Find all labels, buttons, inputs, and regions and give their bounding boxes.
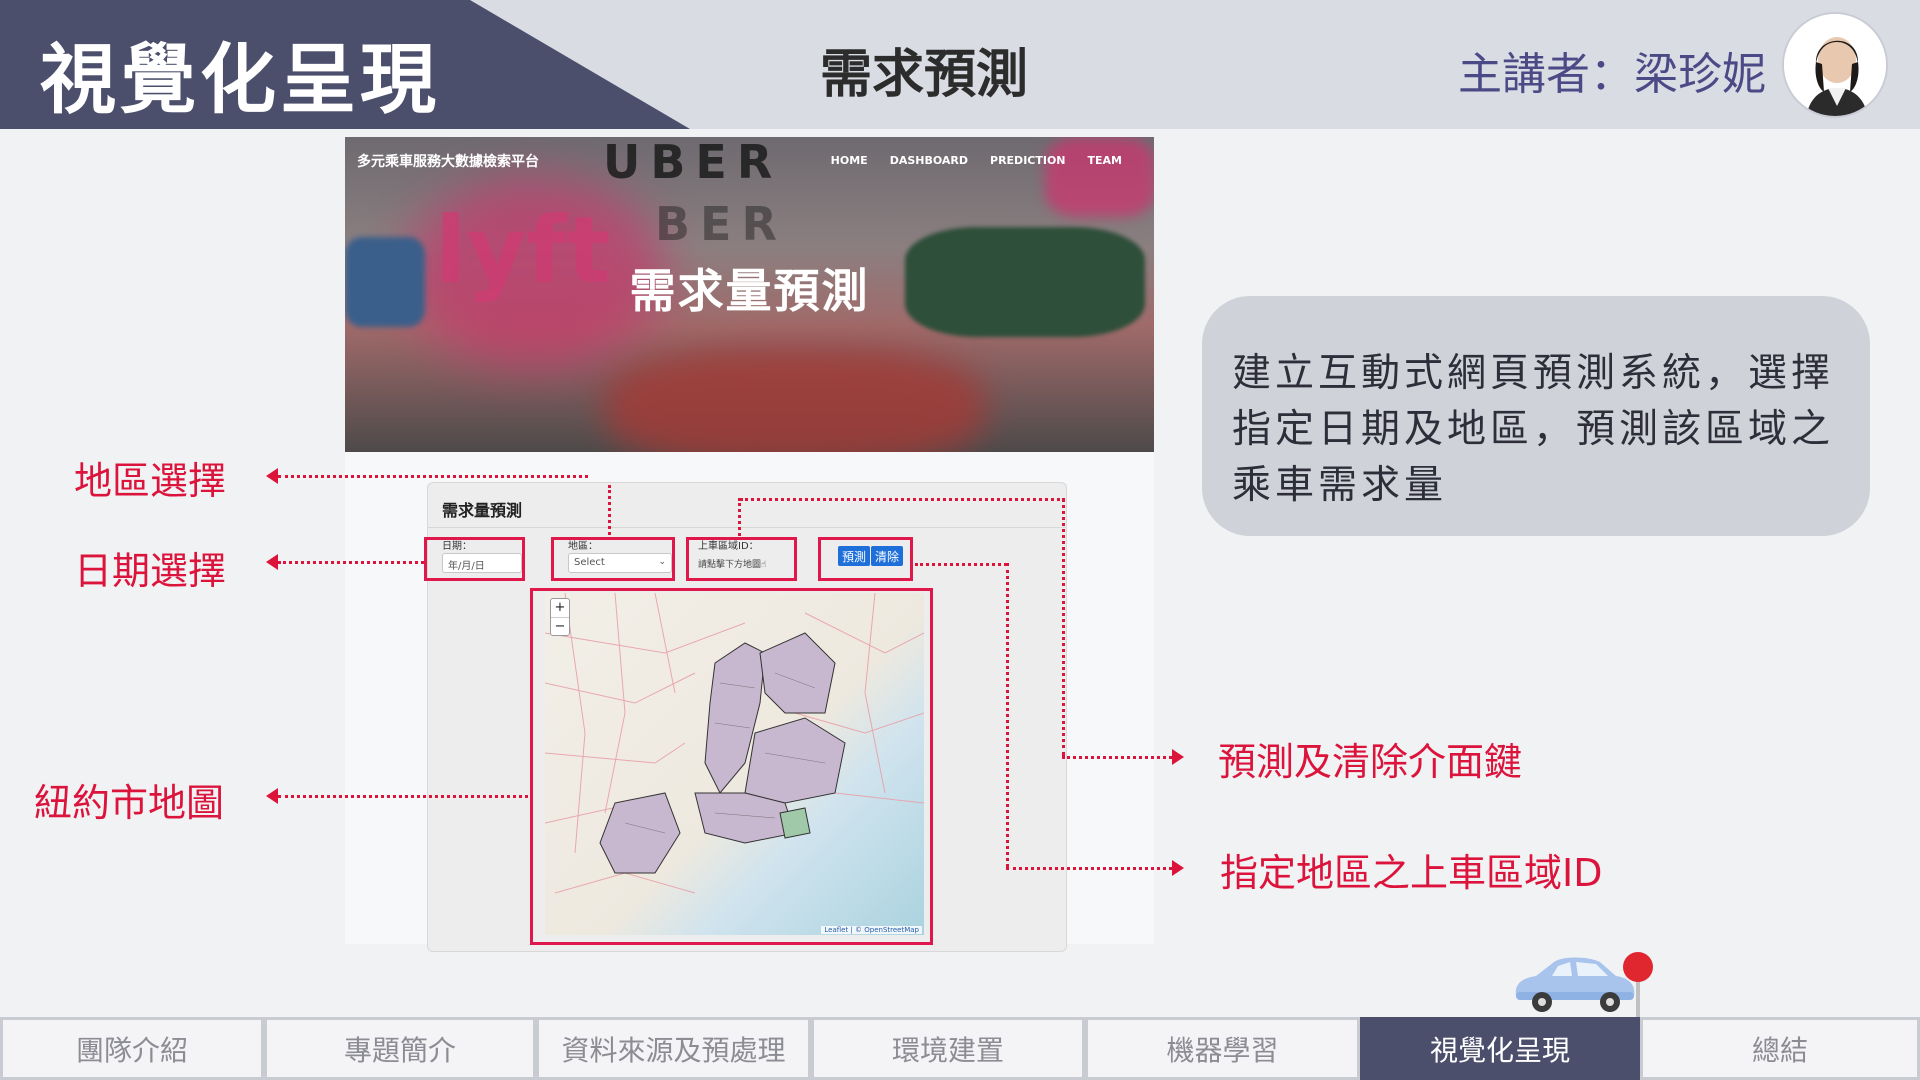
pickup-connector-stub	[738, 498, 741, 536]
predict-connector-h	[1062, 756, 1172, 759]
annotation-date-select: 日期選擇	[74, 549, 227, 593]
tab-summary[interactable]: 總結	[1640, 1017, 1920, 1080]
pickup-id-connector-h	[1006, 867, 1172, 870]
buttons-connector-top	[915, 563, 1007, 566]
header-bar: 視覺化呈現 需求預測 主講者：梁珍妮	[0, 0, 1920, 129]
nav-team[interactable]: TEAM	[1088, 154, 1122, 167]
tab-project-intro[interactable]: 專題簡介	[264, 1017, 536, 1080]
region-arrow-icon	[266, 468, 278, 484]
predict-arrow-icon	[1172, 749, 1184, 765]
hero-blur-car	[605, 347, 985, 452]
hero-heading: 需求量預測	[629, 264, 870, 318]
car-icon	[1515, 957, 1635, 1012]
buttons-highlight-box	[818, 537, 913, 581]
date-highlight-box	[424, 537, 525, 581]
presenter-avatar	[1782, 12, 1888, 118]
map-connector-h	[278, 795, 528, 798]
nav-prediction[interactable]: PREDICTION	[990, 154, 1066, 167]
annotation-region-select: 地區選擇	[74, 459, 227, 503]
nav-dashboard[interactable]: DASHBOARD	[890, 154, 968, 167]
pickup-connector-top	[740, 498, 1060, 501]
tab-data-source[interactable]: 資料來源及預處理	[536, 1017, 811, 1080]
tab-team-intro[interactable]: 團隊介紹	[0, 1017, 264, 1080]
pickup-id-arrow-icon	[1172, 860, 1184, 876]
hero-uber-word: UBER	[603, 137, 783, 189]
annotation-pickup-id: 指定地區之上車區域ID	[1220, 851, 1603, 895]
date-arrow-icon	[266, 554, 278, 570]
pickup-id-connector-v	[1006, 563, 1009, 867]
predict-connector-v	[1062, 498, 1065, 756]
section-title: 視覺化呈現	[40, 35, 440, 124]
panel-divider	[428, 527, 1066, 528]
annotation-nyc-map: 紐約市地圖	[34, 781, 225, 825]
hero-banner: UBER BER lyft 多元乘車服務大數據檢索平台 HOME DASHBOA…	[345, 137, 1154, 452]
date-connector-h	[278, 561, 424, 564]
description-text: 建立互動式網頁預測系統，選擇指定日期及地區，預測該區域之乘車需求量	[1232, 351, 1835, 508]
region-connector-v	[608, 485, 611, 535]
site-title[interactable]: 多元乘車服務大數據檢索平台	[357, 151, 539, 171]
location-pin-icon	[1623, 952, 1653, 1018]
page-title: 需求預測	[820, 45, 1029, 105]
presenter-photo-icon	[1784, 14, 1886, 116]
map-highlight-box	[530, 588, 933, 945]
section-tabs: 團隊介紹 專題簡介 資料來源及預處理 環境建置 機器學習 視覺化呈現 總結	[0, 1017, 1920, 1080]
tab-visualization[interactable]: 視覺化呈現	[1360, 1017, 1640, 1080]
site-nav: HOME DASHBOARD PREDICTION TEAM	[831, 154, 1122, 167]
presenter-name: 主講者：梁珍妮	[1458, 49, 1766, 100]
nav-home[interactable]: HOME	[831, 154, 868, 167]
description-card: 建立互動式網頁預測系統，選擇指定日期及地區，預測該區域之乘車需求量	[1202, 296, 1870, 536]
hero-ber-word: BER	[655, 197, 787, 251]
annotation-predict-clear: 預測及清除介面鍵	[1218, 740, 1523, 784]
panel-title: 需求量預測	[442, 501, 523, 520]
tab-environment[interactable]: 環境建置	[811, 1017, 1085, 1080]
region-connector-h	[278, 475, 588, 478]
pickup-id-highlight-box	[686, 537, 797, 581]
hero-blur-lyft-right	[1045, 137, 1154, 217]
region-highlight-box	[551, 537, 675, 581]
tab-machine-learning[interactable]: 機器學習	[1085, 1017, 1360, 1080]
map-arrow-icon	[266, 788, 278, 804]
